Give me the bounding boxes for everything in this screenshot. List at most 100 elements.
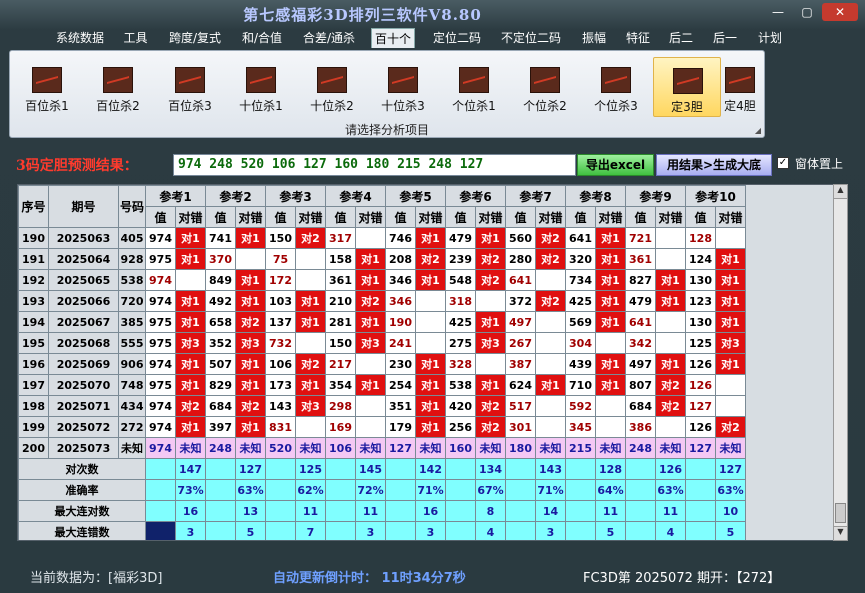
cell-result-hit: 对1 bbox=[175, 416, 206, 438]
table-row[interactable]: 194 2025067 385 975 对1 658 对2 137 对1 281 对1 190 425 对… bbox=[18, 311, 746, 333]
cell-issue: 2025066 bbox=[48, 290, 119, 312]
stat-empty-cell bbox=[145, 521, 176, 540]
scroll-down-icon[interactable]: ▼ bbox=[834, 526, 847, 540]
ribbon-button[interactable]: 十位杀3 bbox=[369, 57, 437, 117]
menu-item[interactable]: 后一 bbox=[707, 28, 743, 48]
menu-item[interactable]: 计划 bbox=[752, 28, 788, 48]
cell-value: 425 bbox=[445, 311, 476, 333]
ribbon-button[interactable]: 百位杀1 bbox=[13, 57, 81, 117]
cell-result-empty bbox=[595, 332, 626, 354]
generate-base-button[interactable]: 用结果>生成大底 bbox=[656, 154, 772, 176]
stat-value: 11 bbox=[295, 500, 326, 522]
ribbon-button-label: 个位杀3 bbox=[594, 99, 638, 113]
cell-value: 592 bbox=[565, 395, 596, 417]
stat-value: 67% bbox=[475, 479, 506, 501]
stat-empty-cell bbox=[505, 500, 536, 522]
predict-result-field[interactable]: 974 248 520 106 127 160 180 215 248 127 bbox=[173, 154, 576, 176]
maximize-button[interactable]: ▢ bbox=[794, 3, 820, 21]
cell-value: 548 bbox=[445, 269, 476, 291]
cell-result-hit: 对1 bbox=[655, 290, 686, 312]
ribbon-button[interactable]: 十位杀2 bbox=[298, 57, 366, 117]
table-row[interactable]: 193 2025066 720 974 对1 492 对1 103 对1 210 对2 346 318 3… bbox=[18, 290, 746, 312]
ribbon-button[interactable]: 个位杀3 bbox=[582, 57, 650, 117]
status-data-source: 当前数据为：[福彩3D] bbox=[30, 571, 163, 586]
cell-issue: 2025068 bbox=[48, 332, 119, 354]
cell-value: 386 bbox=[625, 416, 656, 438]
stat-empty-cell bbox=[265, 458, 296, 480]
cell-seq: 199 bbox=[18, 416, 49, 438]
minimize-button[interactable]: — bbox=[765, 3, 791, 21]
table-row[interactable]: 199 2025072 272 974 对1 397 对1 831 169 179 对1 256 对2 3… bbox=[18, 416, 746, 438]
cell-result-hit: 对2 bbox=[655, 395, 686, 417]
table-row[interactable]: 192 2025065 538 974 849 对1 172 361 对1 346 对1 548 对2 6… bbox=[18, 269, 746, 291]
forecast-row[interactable]: 200 2025073 未知 974 未知 248 未知 520 未知 106 未知 127 未知 160… bbox=[18, 437, 746, 459]
stat-value: 3 bbox=[175, 521, 206, 540]
ribbon-button[interactable]: 十位杀1 bbox=[227, 57, 295, 117]
ribbon-button[interactable]: 百位杀2 bbox=[84, 57, 152, 117]
header-reference: 参考5 bbox=[385, 185, 446, 207]
cell-seq: 193 bbox=[18, 290, 49, 312]
scroll-up-icon[interactable]: ▲ bbox=[834, 185, 847, 199]
cell-value: 734 bbox=[565, 269, 596, 291]
ribbon-button[interactable]: 个位杀2 bbox=[511, 57, 579, 117]
menu-item[interactable]: 百十个 bbox=[371, 28, 415, 48]
ribbon-button[interactable]: 百位杀3 bbox=[156, 57, 224, 117]
menu-item[interactable]: 振幅 bbox=[576, 28, 612, 48]
table-row[interactable]: 191 2025064 928 975 对1 370 75 158 对1 208 对2 239 对2 28… bbox=[18, 248, 746, 270]
cell-value: 387 bbox=[505, 353, 536, 375]
chart-icon bbox=[32, 67, 62, 93]
menu-item[interactable]: 特征 bbox=[621, 28, 655, 48]
cell-value: 351 bbox=[385, 395, 416, 417]
header-value: 值 bbox=[385, 206, 416, 228]
close-button[interactable]: ✕ bbox=[822, 3, 858, 21]
stat-value: 14 bbox=[535, 500, 566, 522]
stat-value: 72% bbox=[355, 479, 386, 501]
menu-item[interactable]: 和/合值 bbox=[238, 28, 286, 48]
cell-result-hit: 对1 bbox=[475, 374, 506, 396]
cell-value: 658 bbox=[205, 311, 236, 333]
ribbon-button-label: 百位杀2 bbox=[96, 99, 140, 113]
ribbon-button[interactable]: 定4胆 bbox=[715, 57, 765, 117]
cell-result-hit: 对1 bbox=[655, 353, 686, 375]
cell-issue: 2025070 bbox=[48, 374, 119, 396]
table-row[interactable]: 198 2025071 434 974 对2 684 对2 143 对3 298 351 对1 420 对… bbox=[18, 395, 746, 417]
table-row[interactable]: 196 2025069 906 974 对1 507 对1 106 对2 217 230 对1 328 3… bbox=[18, 353, 746, 375]
table-row[interactable]: 195 2025068 555 975 对3 352 对3 732 150 对3 241 275 对3 2… bbox=[18, 332, 746, 354]
app-window: 第七感福彩3D排列三软件V8.80 — ▢ ✕ 系统数据 工具 跨度/复式 和/合值合… bbox=[0, 0, 865, 593]
table-row[interactable]: 190 2025063 405 974 对1 741 对1 150 对2 317 746 对1 479 对… bbox=[18, 227, 746, 249]
stat-row: 准确率 73% 63% 62% 72% 71% 67% 71% 64% 63% 63% bbox=[18, 479, 746, 501]
ribbon-button[interactable]: 个位杀1 bbox=[440, 57, 508, 117]
cell-result-unknown: 未知 bbox=[415, 437, 446, 459]
cell-value: 732 bbox=[265, 332, 296, 354]
resize-grip-icon[interactable]: ◢ bbox=[755, 126, 761, 135]
stat-value: 142 bbox=[415, 458, 446, 480]
stat-value: 126 bbox=[655, 458, 686, 480]
chart-icon bbox=[673, 68, 703, 94]
menu-item[interactable]: 不定位二码 bbox=[495, 28, 567, 48]
cell-value: 560 bbox=[505, 227, 536, 249]
scroll-thumb[interactable] bbox=[835, 503, 846, 523]
topmost-checkbox[interactable]: ✓ bbox=[777, 157, 789, 169]
stat-empty-cell bbox=[565, 458, 596, 480]
menu-item[interactable]: 合差/通杀 bbox=[299, 28, 359, 48]
cell-value: 342 bbox=[625, 332, 656, 354]
menu-item[interactable]: 工具 bbox=[119, 28, 152, 48]
status-bar: 当前数据为：[福彩3D] 自动更新倒计时： 11时34分7秒 FC3D第 202… bbox=[0, 562, 865, 590]
export-excel-button[interactable]: 导出excel bbox=[577, 154, 654, 176]
cell-value: 420 bbox=[445, 395, 476, 417]
stat-label: 对次数 bbox=[18, 458, 146, 480]
stat-empty-cell bbox=[685, 500, 716, 522]
cell-result-empty bbox=[655, 311, 686, 333]
ribbon-button[interactable]: 定3胆 bbox=[653, 57, 721, 117]
vertical-scrollbar[interactable]: ▲ ▼ bbox=[833, 184, 848, 541]
menu-item[interactable]: 跨度/复式 bbox=[163, 28, 227, 48]
table-row[interactable]: 197 2025070 748 975 对1 829 对1 173 对1 354 对1 254 对1 53… bbox=[18, 374, 746, 396]
menu-item[interactable]: 系统数据 bbox=[52, 28, 108, 48]
ribbon-button-label: 百位杀1 bbox=[25, 99, 69, 113]
header-reference: 参考10 bbox=[685, 185, 746, 207]
cell-result-hit: 对1 bbox=[595, 290, 626, 312]
cell-result-hit: 对1 bbox=[475, 227, 506, 249]
header-reference: 参考1 bbox=[145, 185, 206, 207]
menu-item[interactable]: 后二 bbox=[663, 28, 699, 48]
menu-item[interactable]: 定位二码 bbox=[428, 28, 486, 48]
